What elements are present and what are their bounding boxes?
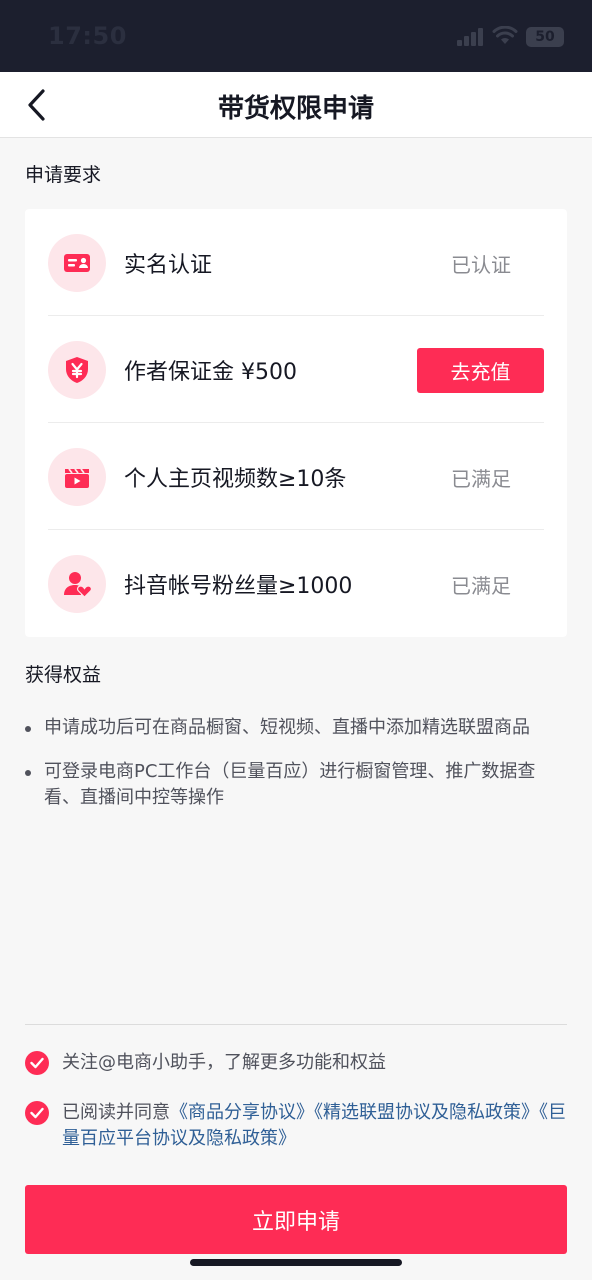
id-card-icon	[48, 234, 106, 292]
battery-icon: 50	[526, 27, 564, 47]
status-time: 17:50	[48, 22, 127, 50]
requirements-card: 实名认证 已认证 作者保证金 ¥500 去充值 个人主页视频数≥10条 已满足	[25, 209, 567, 637]
recharge-button[interactable]: 去充值	[417, 348, 544, 393]
requirement-label: 作者保证金 ¥500	[124, 360, 297, 385]
follow-agreement: 关注@电商小助手，了解更多功能和权益	[25, 1050, 570, 1076]
requirement-status: 已满足	[451, 574, 511, 598]
requirement-label: 实名认证	[124, 253, 213, 278]
list-item: 可登录电商PC工作台（巨量百应）进行橱窗管理、推广数据查看、直播间中控等操作	[25, 759, 570, 811]
bullet-dot	[25, 726, 31, 732]
nav-bar: 带货权限申请	[0, 72, 592, 138]
requirements-title: 申请要求	[25, 164, 102, 186]
requirement-label: 抖音帐号粉丝量≥1000	[124, 574, 353, 599]
product-share-agreement-link[interactable]: 《商品分享协议》	[170, 1102, 314, 1123]
user-heart-icon	[48, 555, 106, 613]
battery-level: 50	[535, 29, 555, 45]
benefits-list: 申请成功后可在商品橱窗、短视频、直播中添加精选联盟商品 可登录电商PC工作台（巨…	[25, 715, 570, 829]
video-clapper-icon	[48, 448, 106, 506]
benefits-title: 获得权益	[25, 664, 102, 686]
requirement-label: 个人主页视频数≥10条	[124, 467, 347, 492]
home-indicator	[190, 1259, 402, 1266]
requirement-row-real-name: 实名认证 已认证	[25, 209, 567, 316]
bullet-dot	[25, 770, 31, 776]
benefit-text: 可登录电商PC工作台（巨量百应）进行橱窗管理、推广数据查看、直播间中控等操作	[44, 761, 536, 808]
list-item: 申请成功后可在商品橱窗、短视频、直播中添加精选联盟商品	[25, 715, 570, 741]
alliance-agreement-link[interactable]: 《精选联盟协议及隐私政策》	[314, 1102, 539, 1123]
checkmark-icon[interactable]	[25, 1101, 49, 1125]
wifi-icon	[492, 26, 518, 44]
status-bar: 17:50 50	[0, 0, 592, 72]
requirement-row-videos: 个人主页视频数≥10条 已满足	[25, 423, 567, 530]
requirement-status: 已满足	[451, 467, 511, 491]
terms-prefix: 已阅读并同意	[62, 1102, 170, 1123]
benefit-text: 申请成功后可在商品橱窗、短视频、直播中添加精选联盟商品	[44, 717, 530, 738]
apply-now-button[interactable]: 立即申请	[25, 1185, 567, 1254]
requirement-status: 已认证	[451, 253, 511, 277]
divider	[25, 1024, 567, 1025]
terms-agreement: 已阅读并同意《商品分享协议》《精选联盟协议及隐私政策》《巨量百应平台协议及隐私政…	[25, 1100, 570, 1152]
checkmark-icon[interactable]	[25, 1051, 49, 1075]
yuan-shield-icon	[48, 341, 106, 399]
signal-icon	[457, 28, 483, 46]
requirement-row-deposit: 作者保证金 ¥500 去充值	[25, 316, 567, 423]
requirement-row-fans: 抖音帐号粉丝量≥1000 已满足	[25, 530, 567, 637]
follow-text: 关注@电商小助手，了解更多功能和权益	[62, 1052, 386, 1073]
page-title: 带货权限申请	[217, 94, 374, 124]
